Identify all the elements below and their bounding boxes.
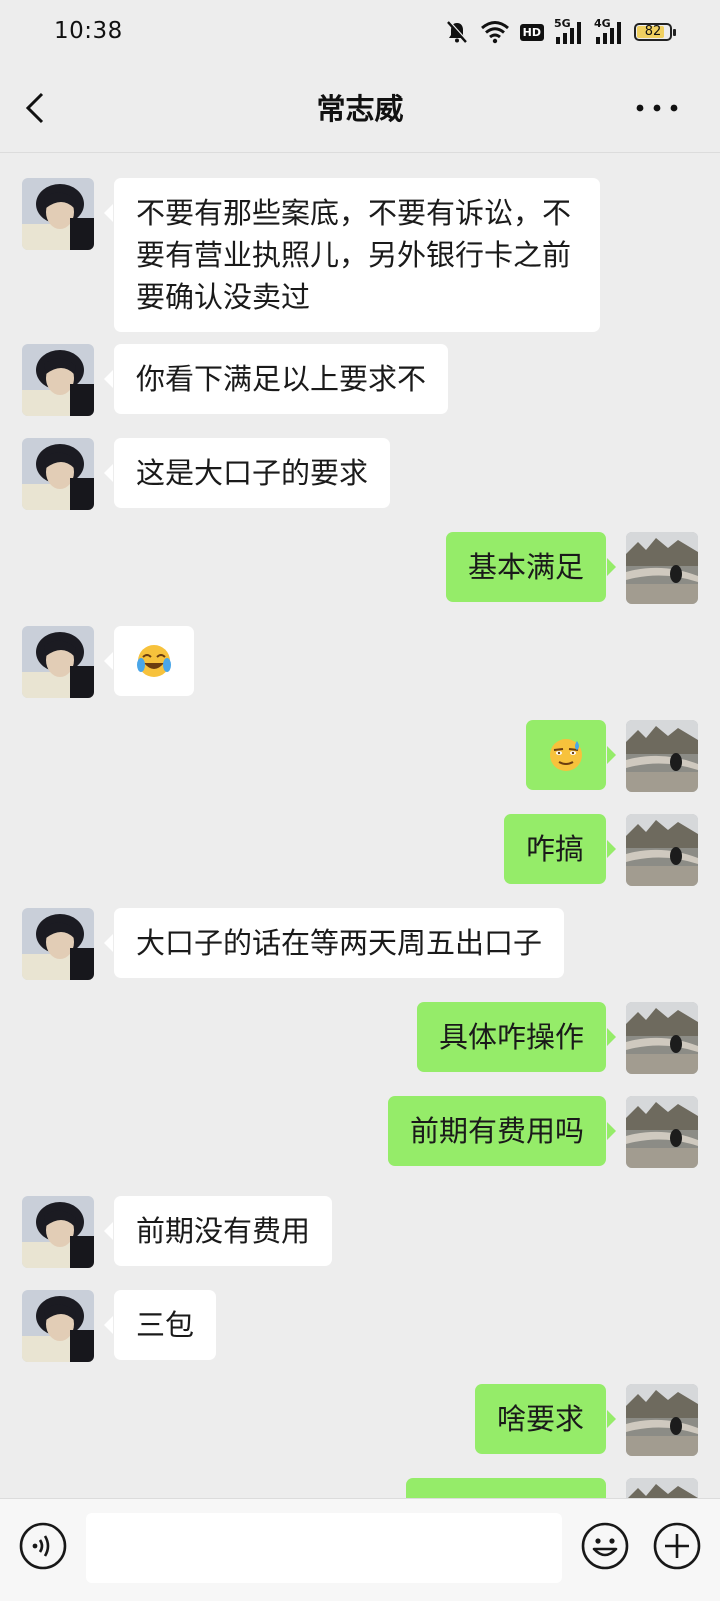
user-avatar[interactable] <box>626 1478 698 1498</box>
mute-bell-icon <box>444 19 470 45</box>
user-avatar[interactable] <box>626 720 698 792</box>
more-functions-button[interactable] <box>652 1521 702 1571</box>
face-tears-of-joy-icon <box>137 645 171 677</box>
message-text: 具体咋操作 <box>438 1020 584 1054</box>
status-bar: 10:38 HD 5G 4G 82 <box>0 0 720 64</box>
message-text: 前期有费用吗 <box>409 1114 584 1148</box>
message-text: 咋搞 <box>525 832 584 866</box>
wifi-icon <box>480 20 510 44</box>
message-bubble[interactable]: 基本满足 <box>445 532 617 602</box>
message-text: 大口子的话在等两天周五出口子 <box>136 926 543 960</box>
plus-icon <box>653 1522 701 1570</box>
user-avatar-photo <box>626 1478 698 1498</box>
message-bubble[interactable]: 你看下满足以上要求不 <box>103 344 449 414</box>
battery-level: 82 <box>644 24 662 39</box>
status-icons: HD 5G 4G 82 <box>444 17 676 46</box>
message-text: 你看下满足以上要求不 <box>136 362 427 396</box>
contact-avatar[interactable] <box>22 908 94 980</box>
message-bubble[interactable]: 咋搞 <box>503 814 617 884</box>
contact-avatar-photo <box>22 438 94 510</box>
message-bubble[interactable]: 具体咋操作 <box>416 1002 617 1072</box>
contact-avatar[interactable] <box>22 1290 94 1362</box>
message-bubble[interactable] <box>406 1478 606 1498</box>
user-avatar-photo <box>626 814 698 886</box>
message-text: 前期没有费用 <box>136 1214 311 1248</box>
contact-avatar[interactable] <box>22 178 94 250</box>
contact-avatar-photo <box>22 1196 94 1268</box>
message-bubble[interactable]: 不要有那些案底，不要有诉讼，不要有营业执照儿，另外银行卡之前要确认没卖过 <box>104 178 600 332</box>
contact-avatar-photo <box>22 178 94 250</box>
message-text: 这是大口子的要求 <box>136 456 369 490</box>
more-dots-icon <box>636 104 678 112</box>
contact-avatar[interactable] <box>22 344 94 416</box>
user-avatar[interactable] <box>626 532 698 604</box>
face-sweat-smile-icon <box>550 739 582 771</box>
voice-button[interactable] <box>18 1521 68 1571</box>
message-text: 啥要求 <box>496 1402 584 1436</box>
message-bubble[interactable]: 大口子的话在等两天周五出口子 <box>103 908 565 978</box>
signal-5g-icon: 5G <box>554 17 584 45</box>
message-text: 基本满足 <box>467 550 584 584</box>
contact-avatar-photo <box>22 626 94 698</box>
message-bubble[interactable]: 三包 <box>103 1290 217 1360</box>
input-bar <box>0 1498 720 1601</box>
message-input[interactable] <box>86 1513 562 1583</box>
status-time: 10:38 <box>54 18 123 44</box>
user-avatar[interactable] <box>626 1002 698 1074</box>
emoji-icon <box>581 1522 629 1570</box>
user-avatar-photo <box>626 1384 698 1456</box>
chat-title: 常志威 <box>316 92 404 126</box>
user-avatar-photo <box>626 532 698 604</box>
user-avatar[interactable] <box>626 814 698 886</box>
contact-avatar-photo <box>22 1290 94 1362</box>
message-bubble[interactable]: 前期没有费用 <box>103 1196 333 1266</box>
chat-header: 常志威 <box>0 64 720 153</box>
more-button[interactable] <box>632 94 682 122</box>
user-avatar[interactable] <box>626 1096 698 1168</box>
message-text: 三包 <box>136 1308 195 1342</box>
user-avatar[interactable] <box>626 1384 698 1456</box>
message-text: 不要有那些案底，不要有诉讼，不要有营业执照儿，另外银行卡之前要确认没卖过 <box>136 196 572 314</box>
message-bubble[interactable]: 这是大口子的要求 <box>103 438 391 508</box>
user-avatar-photo <box>626 1096 698 1168</box>
signal-4g-icon: 4G <box>594 17 624 45</box>
contact-avatar[interactable] <box>22 438 94 510</box>
hd-icon: HD <box>519 23 544 41</box>
contact-avatar-photo <box>22 344 94 416</box>
message-bubble[interactable] <box>526 720 616 790</box>
message-bubble[interactable] <box>104 626 194 696</box>
voice-icon <box>19 1522 67 1570</box>
message-bubble[interactable]: 啥要求 <box>474 1384 617 1454</box>
contact-avatar[interactable] <box>22 626 94 698</box>
battery-icon: 82 <box>634 23 676 41</box>
emoji-button[interactable] <box>580 1521 630 1571</box>
contact-avatar[interactable] <box>22 1196 94 1268</box>
contact-avatar-photo <box>22 908 94 980</box>
message-bubble[interactable]: 前期有费用吗 <box>387 1096 617 1166</box>
user-avatar-photo <box>626 1002 698 1074</box>
message-list[interactable]: 不要有那些案底，不要有诉讼，不要有营业执照儿，另外银行卡之前要确认没卖过 你看下… <box>0 152 720 1498</box>
user-avatar-photo <box>626 720 698 792</box>
